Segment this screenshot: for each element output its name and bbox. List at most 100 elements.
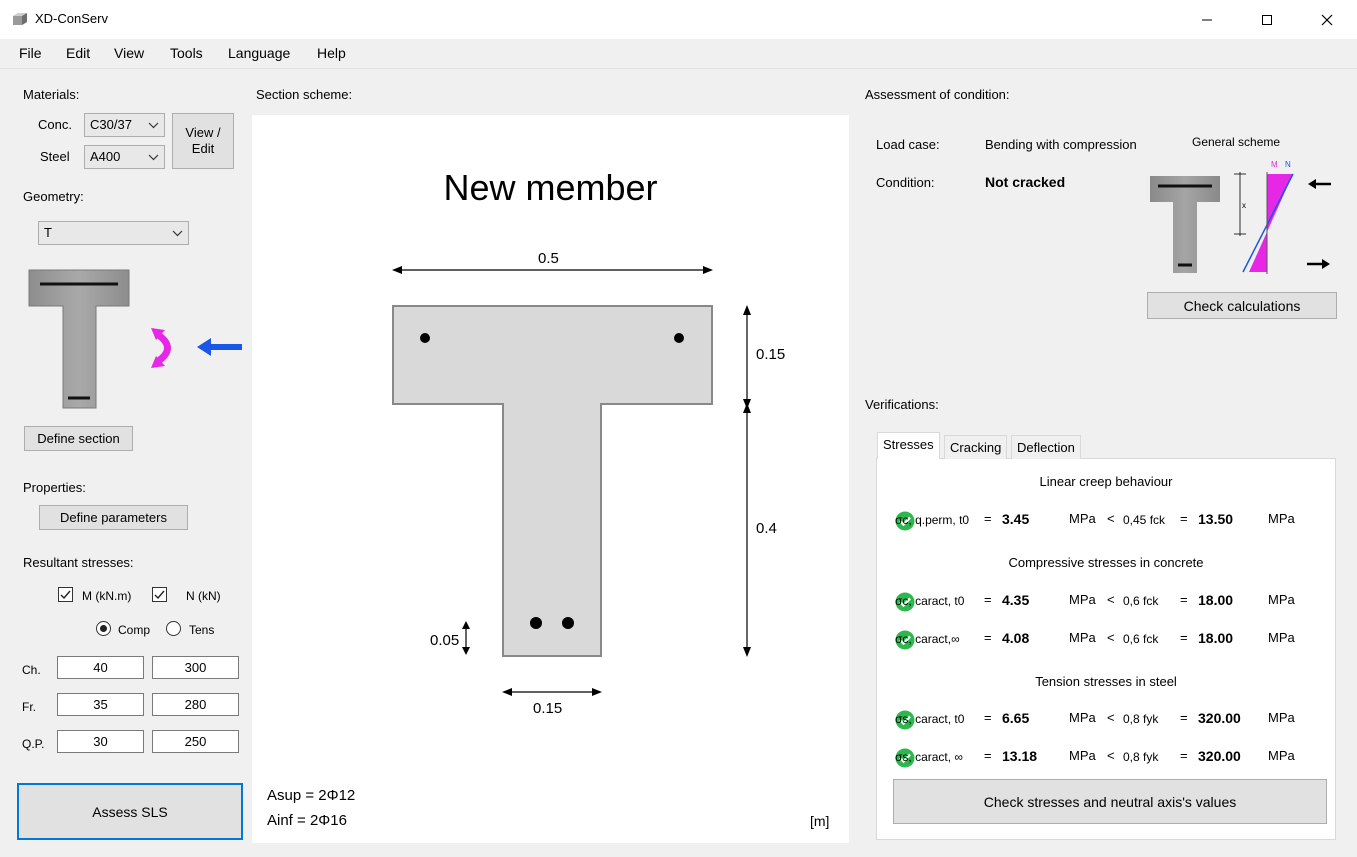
- app-icon: [13, 13, 27, 25]
- steel-label: Steel: [40, 149, 70, 164]
- stress-unit: MPa: [1069, 748, 1096, 763]
- stress-value: 3.45: [1002, 511, 1030, 527]
- verification-row: σc, caract,∞ = 4.08 MPa < 0,6 fck = 18.0…: [895, 630, 1335, 650]
- ch-moment-input[interactable]: 40: [57, 656, 144, 679]
- moment-label: M: [1271, 160, 1278, 169]
- top-width-dimension: [392, 266, 713, 274]
- moment-checkbox[interactable]: [58, 587, 73, 602]
- tension-arrow-icon: [1307, 259, 1330, 269]
- view-edit-button[interactable]: View / Edit: [172, 113, 234, 169]
- t-section-shape: [392, 305, 713, 657]
- close-icon: [1321, 14, 1333, 25]
- define-parameters-button[interactable]: Define parameters: [39, 505, 188, 530]
- concrete-select[interactable]: C30/37: [84, 113, 165, 137]
- less-than-sign: <: [1107, 710, 1115, 725]
- t-section-shape: [28, 269, 130, 409]
- equals-sign: =: [984, 511, 992, 526]
- fr-axial-input[interactable]: 280: [152, 693, 239, 716]
- tab-stresses[interactable]: Stresses: [877, 432, 940, 459]
- menu-bar: File Edit View Tools Language Help: [0, 39, 1357, 69]
- minimize-icon: [1202, 19, 1212, 20]
- stress-unit: MPa: [1069, 630, 1096, 645]
- stress-symbol: σc, caract, t0: [895, 594, 965, 608]
- define-section-button[interactable]: Define section: [24, 426, 133, 451]
- minimize-button[interactable]: [1177, 0, 1237, 39]
- row-label-qp: Q.P.: [22, 737, 45, 751]
- maximize-icon: [1262, 14, 1272, 25]
- geometry-select[interactable]: T: [38, 221, 189, 245]
- section-compressive-stresses: Compressive stresses in concrete: [1008, 555, 1204, 570]
- menu-file[interactable]: File: [19, 45, 42, 61]
- equals-sign: =: [984, 710, 992, 725]
- qp-moment-input[interactable]: 30: [57, 730, 144, 753]
- row-label-fr: Fr.: [22, 700, 36, 714]
- stress-value: 4.08: [1002, 630, 1030, 646]
- axial-checkbox[interactable]: [152, 587, 167, 602]
- menu-help[interactable]: Help: [317, 45, 346, 61]
- conc-label: Conc.: [38, 117, 72, 132]
- less-than-sign: <: [1107, 748, 1115, 763]
- tab-cracking[interactable]: Cracking: [944, 435, 1008, 459]
- concrete-select-value: C30/37: [90, 117, 132, 132]
- menu-edit[interactable]: Edit: [66, 45, 90, 61]
- menu-view[interactable]: View: [114, 45, 144, 61]
- section-drawing: [392, 266, 751, 696]
- limit-label: 0,45 fck: [1123, 513, 1166, 527]
- moment-checkbox-label: M (kN.m): [82, 589, 132, 603]
- geometry-label: Geometry:: [23, 189, 84, 204]
- check-stresses-button[interactable]: Check stresses and neutral axis's values: [893, 779, 1327, 824]
- condition-value: Not cracked: [985, 174, 1066, 190]
- tab-deflection[interactable]: Deflection: [1011, 435, 1081, 459]
- equals-sign: =: [984, 592, 992, 607]
- comp-radio[interactable]: [96, 621, 111, 636]
- properties-label: Properties:: [23, 480, 86, 495]
- close-button[interactable]: [1297, 0, 1357, 39]
- limit-label: 0,8 fyk: [1123, 750, 1159, 764]
- web-width-dimension: [502, 688, 602, 696]
- limit-unit: MPa: [1268, 710, 1295, 725]
- neutral-axis-x-label: x: [1242, 201, 1246, 210]
- t-section-shape: [1150, 176, 1220, 273]
- web-height-label: 0.4: [756, 520, 777, 537]
- chevron-down-icon: [172, 230, 183, 237]
- axial-label: N: [1285, 160, 1291, 169]
- assessment-label: Assessment of condition:: [865, 87, 1010, 102]
- steel-select-value: A400: [90, 149, 121, 164]
- steel-select[interactable]: A400: [84, 145, 165, 169]
- check-calculations-button[interactable]: Check calculations: [1147, 292, 1337, 319]
- assess-sls-button[interactable]: Assess SLS: [17, 783, 243, 840]
- section-scheme-label: Section scheme:: [256, 87, 353, 102]
- verification-row: σc, q.perm, t0 = 3.45 MPa < 0,45 fck = 1…: [895, 511, 1335, 531]
- limit-value: 18.00: [1198, 630, 1234, 646]
- ch-axial-input[interactable]: 300: [152, 656, 239, 679]
- stress-symbol: σs, caract, ∞: [895, 750, 963, 764]
- general-scheme-label: General scheme: [1192, 135, 1281, 149]
- qp-axial-input[interactable]: 250: [152, 730, 239, 753]
- maximize-button[interactable]: [1237, 0, 1297, 39]
- menu-tools[interactable]: Tools: [170, 45, 203, 61]
- stress-unit: MPa: [1069, 710, 1096, 725]
- compression-arrow-icon: [1308, 179, 1331, 189]
- verification-row: σc, caract, t0 = 4.35 MPa < 0,6 fck = 18…: [895, 592, 1335, 612]
- top-width-label: 0.5: [538, 250, 559, 267]
- stress-diagram: [1249, 174, 1293, 272]
- materials-label: Materials:: [23, 87, 80, 102]
- menu-language[interactable]: Language: [228, 45, 290, 61]
- stress-value: 4.35: [1002, 592, 1030, 608]
- limit-value: 18.00: [1198, 592, 1234, 608]
- row-label-ch: Ch.: [22, 663, 41, 677]
- tens-radio-label: Tens: [189, 623, 215, 637]
- top-bar-right: [674, 333, 684, 343]
- equals-sign: =: [1180, 710, 1188, 725]
- fr-moment-input[interactable]: 35: [57, 693, 144, 716]
- stress-unit: MPa: [1069, 592, 1096, 607]
- limit-label: 0,8 fyk: [1123, 712, 1159, 726]
- section-preview: [28, 269, 242, 409]
- stress-value: 6.65: [1002, 710, 1030, 726]
- limit-value: 320.00: [1198, 748, 1241, 764]
- limit-unit: MPa: [1268, 748, 1295, 763]
- tens-radio[interactable]: [166, 621, 181, 636]
- ainf-label: Ainf = 2Φ16: [267, 812, 347, 829]
- radio-selected-dot: [100, 625, 107, 632]
- verifications-label: Verifications:: [865, 397, 939, 412]
